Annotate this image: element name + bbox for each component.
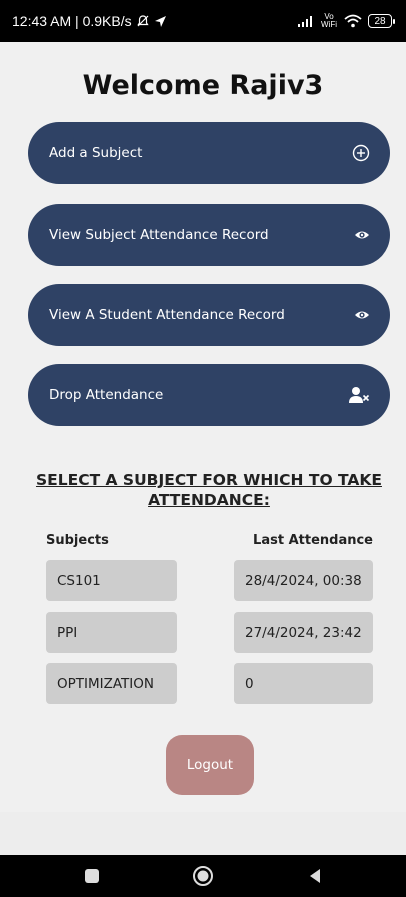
status-right: Vo WiFi 28 bbox=[298, 12, 395, 29]
battery-level: 28 bbox=[374, 15, 386, 27]
home-button[interactable] bbox=[183, 858, 223, 894]
battery-icon: 28 bbox=[368, 14, 395, 28]
page-title: Welcome Rajiv3 bbox=[82, 70, 324, 101]
back-button[interactable] bbox=[295, 858, 335, 894]
view-subject-attendance-label: View Subject Attendance Record bbox=[49, 227, 269, 243]
wifi-icon bbox=[344, 14, 362, 28]
eye-icon bbox=[354, 309, 370, 321]
main-content: Welcome Rajiv3 Add a Subject View Subjec… bbox=[0, 42, 406, 812]
view-subject-attendance-button[interactable]: View Subject Attendance Record bbox=[28, 204, 390, 266]
vo-wifi-label: Vo WiFi bbox=[321, 12, 337, 29]
circle-icon bbox=[193, 866, 213, 886]
recents-button[interactable] bbox=[72, 858, 112, 894]
muted-notification-icon bbox=[136, 14, 150, 28]
location-arrow-icon bbox=[154, 15, 167, 28]
subject-cell-optimization[interactable]: OPTIMIZATION bbox=[46, 663, 177, 704]
logout-button[interactable]: Logout bbox=[166, 735, 254, 795]
navigation-bar bbox=[0, 855, 406, 897]
drop-attendance-button[interactable]: Drop Attendance bbox=[28, 364, 390, 426]
subject-cell-ppi[interactable]: PPI bbox=[46, 612, 177, 653]
view-student-attendance-label: View A Student Attendance Record bbox=[49, 307, 285, 323]
last-attendance-cell: 28/4/2024, 00:38 bbox=[234, 560, 373, 601]
last-attendance-cell: 27/4/2024, 23:42 bbox=[234, 612, 373, 653]
subject-cell-cs101[interactable]: CS101 bbox=[46, 560, 177, 601]
back-triangle-icon bbox=[309, 869, 320, 883]
plus-circle-icon bbox=[352, 144, 370, 162]
square-icon bbox=[84, 869, 99, 883]
status-bar: 12:43 AM | 0.9KB/s Vo WiFi 28 bbox=[0, 0, 406, 42]
last-attendance-column-header: Last Attendance bbox=[253, 533, 373, 548]
eye-icon bbox=[354, 229, 370, 241]
signal-icon bbox=[298, 15, 314, 27]
drop-attendance-label: Drop Attendance bbox=[49, 387, 164, 403]
last-attendance-cell: 0 bbox=[234, 663, 373, 704]
status-left: 12:43 AM | 0.9KB/s bbox=[12, 13, 167, 29]
add-subject-button[interactable]: Add a Subject bbox=[28, 122, 390, 184]
remove-user-icon bbox=[348, 386, 370, 404]
status-time: 12:43 AM | 0.9KB/s bbox=[12, 13, 132, 29]
add-subject-label: Add a Subject bbox=[49, 145, 143, 161]
subjects-column-header: Subjects bbox=[46, 533, 109, 548]
select-subject-heading: SELECT A SUBJECT FOR WHICH TO TAKE ATTEN… bbox=[35, 471, 382, 509]
view-student-attendance-button[interactable]: View A Student Attendance Record bbox=[28, 284, 390, 346]
